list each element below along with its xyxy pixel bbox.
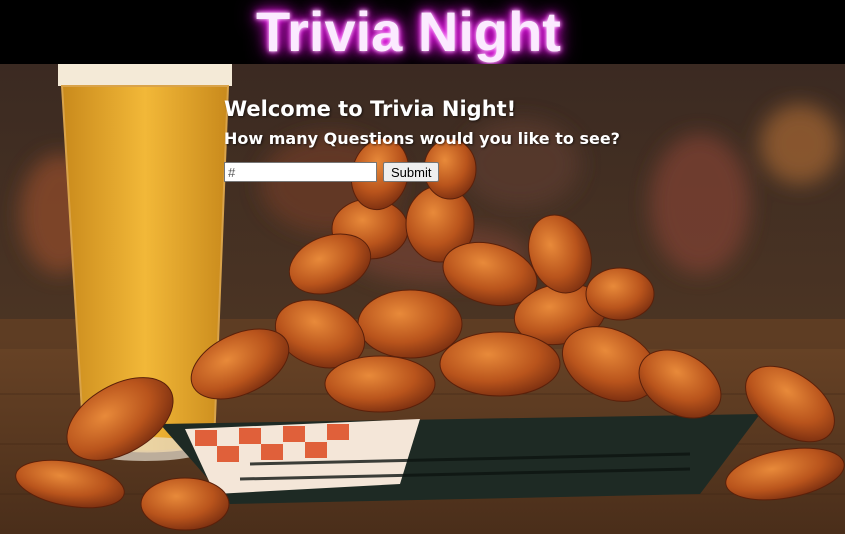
- question-count-form: Submit: [224, 162, 620, 182]
- page-title: Trivia Night: [256, 0, 561, 63]
- welcome-panel: Welcome to Trivia Night! How many Questi…: [224, 94, 620, 182]
- header-bar: Trivia Night: [0, 0, 845, 64]
- welcome-heading: Welcome to Trivia Night!: [224, 97, 517, 121]
- submit-button[interactable]: Submit: [383, 162, 440, 182]
- question-prompt: How many Questions would you like to see…: [224, 129, 620, 148]
- question-count-input[interactable]: [224, 162, 377, 182]
